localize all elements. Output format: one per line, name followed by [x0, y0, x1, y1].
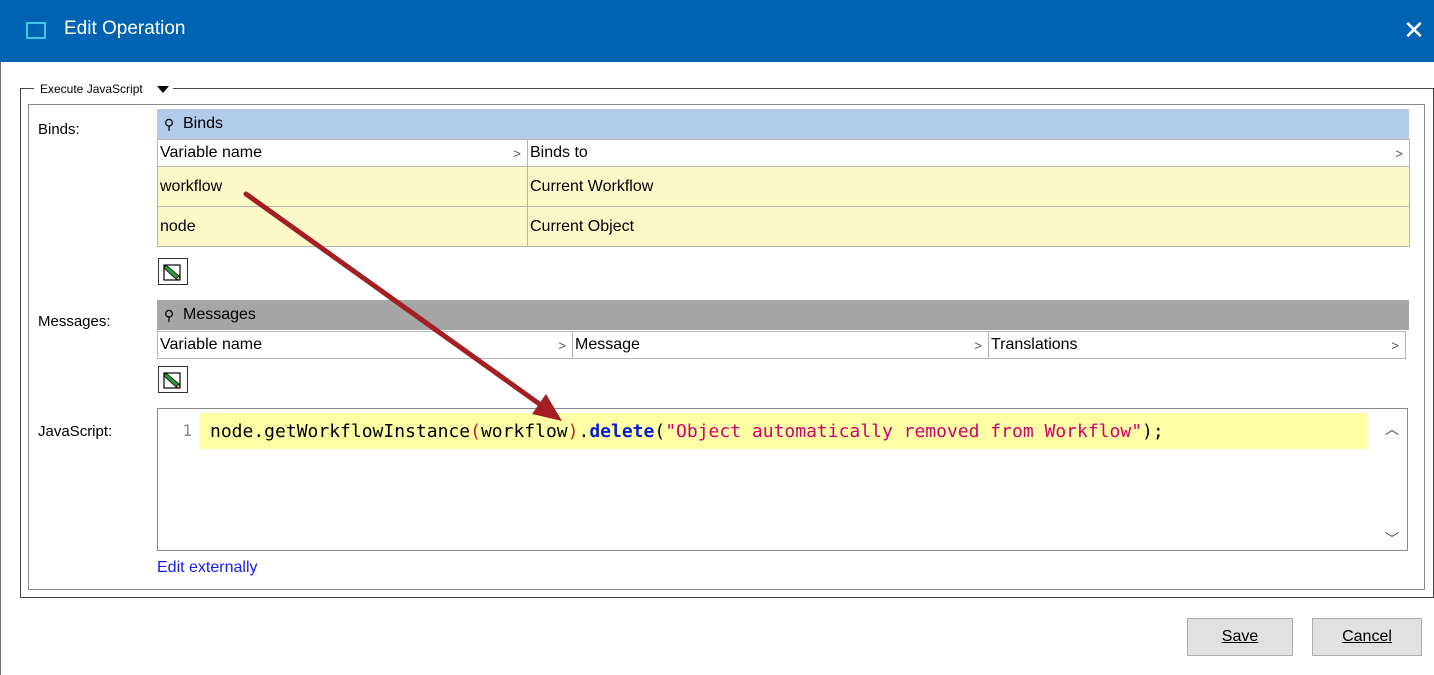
code-token: ( — [654, 421, 666, 442]
scroll-up-icon[interactable]: ︿ — [1383, 419, 1401, 437]
column-header-message[interactable]: Message > — [572, 331, 989, 359]
pin-icon[interactable]: ⚲ — [161, 116, 177, 133]
code-token: delete — [589, 421, 655, 442]
app-window-icon — [26, 22, 46, 39]
messages-section-title: Messages — [183, 306, 256, 323]
window-title: Edit Operation — [64, 18, 186, 39]
binds-table-header: Variable name > Binds to > — [157, 139, 1410, 167]
code-token: node.getWorkflowInstance — [210, 421, 471, 442]
cell-variable[interactable]: workflow — [157, 166, 528, 207]
cancel-button[interactable]: Cancel — [1312, 618, 1422, 656]
line-number: 1 — [182, 421, 192, 440]
chevron-right-icon: > — [1391, 337, 1399, 353]
binds-section-title: Binds — [183, 115, 224, 132]
binds-section-header: ⚲ Binds — [157, 109, 1409, 139]
cell-binds-to[interactable]: Current Workflow — [527, 166, 1410, 207]
javascript-label: JavaScript: — [38, 423, 113, 440]
chevron-right-icon: > — [1395, 145, 1403, 161]
messages-table-header: Variable name > Message > Translations > — [157, 331, 1406, 359]
line-number-gutter: 1 — [158, 409, 200, 550]
column-header-variable-name[interactable]: Variable name > — [157, 139, 528, 167]
save-button-label: Save — [1221, 628, 1259, 645]
column-header-variable-name[interactable]: Variable name > — [157, 331, 573, 359]
window-border — [0, 62, 1, 675]
messages-table: Variable name > Message > Translations > — [157, 331, 1406, 359]
operation-type-label: Execute JavaScript — [40, 82, 143, 96]
save-button[interactable]: Save — [1187, 618, 1293, 656]
edit-pencil-icon — [163, 371, 181, 389]
cancel-button-label: Cancel — [1342, 628, 1392, 645]
code-token: ) — [567, 421, 579, 442]
edit-pencil-icon — [163, 263, 181, 281]
binds-label: Binds: — [38, 121, 80, 138]
code-token: "Object automatically removed from Workf… — [665, 421, 1143, 442]
operation-type-dropdown[interactable]: Execute JavaScript — [34, 80, 173, 98]
chevron-right-icon: > — [974, 337, 982, 353]
table-row[interactable]: node Current Object — [157, 206, 1410, 247]
table-row[interactable]: workflow Current Workflow — [157, 166, 1410, 207]
chevron-right-icon: > — [513, 145, 521, 161]
code-token: workflow — [480, 421, 568, 442]
code-token: ); — [1142, 421, 1164, 442]
column-header-binds-to[interactable]: Binds to > — [527, 139, 1410, 167]
messages-label: Messages: — [38, 313, 111, 330]
javascript-code-editor[interactable]: 1 node.getWorkflowInstance(workflow).del… — [157, 408, 1408, 551]
code-token: . — [578, 421, 590, 442]
cell-binds-to[interactable]: Current Object — [527, 206, 1410, 247]
edit-messages-button[interactable] — [158, 366, 188, 393]
pin-icon[interactable]: ⚲ — [161, 307, 177, 324]
binds-table: Variable name > Binds to > workflow Curren… — [157, 139, 1410, 247]
edit-binds-button[interactable] — [158, 258, 188, 285]
scroll-down-icon[interactable]: ﹀ — [1383, 529, 1401, 547]
close-button[interactable]: ✕ — [1396, 12, 1432, 48]
chevron-right-icon: > — [558, 337, 566, 353]
title-bar: Edit Operation ✕ — [0, 0, 1434, 62]
edit-externally-link[interactable]: Edit externally — [157, 559, 258, 577]
messages-section-header: ⚲ Messages — [157, 300, 1409, 330]
code-line[interactable]: node.getWorkflowInstance(workflow).delet… — [210, 421, 1164, 443]
cell-variable[interactable]: node — [157, 206, 528, 247]
dropdown-arrow-icon[interactable] — [156, 86, 169, 93]
column-header-translations[interactable]: Translations > — [988, 331, 1406, 359]
code-token: ( — [470, 421, 481, 442]
